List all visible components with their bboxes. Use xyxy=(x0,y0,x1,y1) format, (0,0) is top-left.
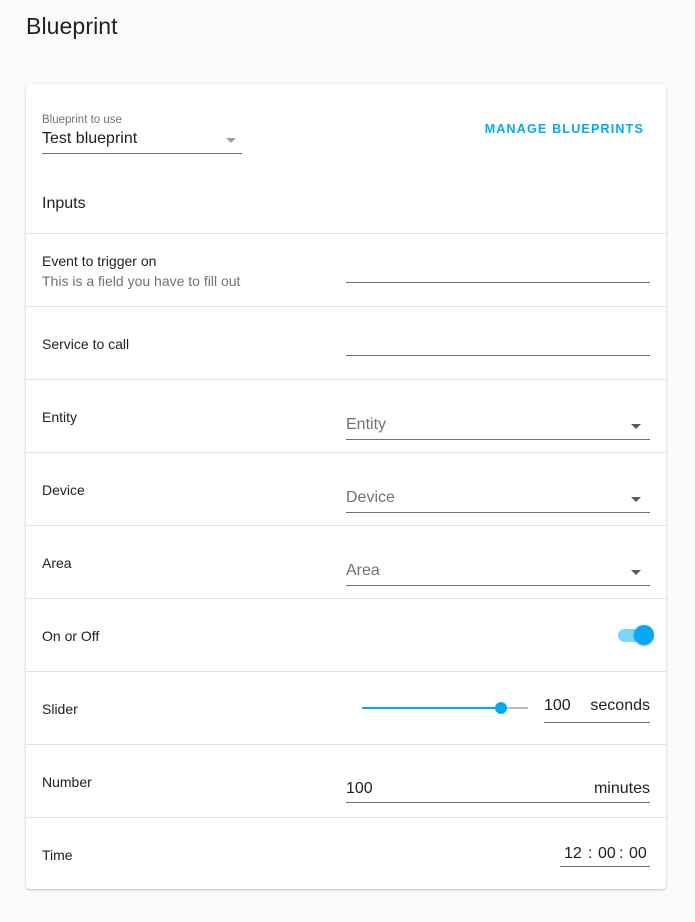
time-minutes[interactable]: 00 xyxy=(598,845,616,863)
input-row-service: Service to call xyxy=(26,306,666,380)
slider-unit: seconds xyxy=(590,697,650,714)
service-text-field[interactable] xyxy=(346,321,650,356)
number-unit: minutes xyxy=(593,780,650,797)
value-slider[interactable] xyxy=(362,696,528,720)
input-description: This is a field you have to fill out xyxy=(42,273,241,289)
input-row-on-off: On or Off xyxy=(26,598,666,672)
blueprint-select-value: Test blueprint xyxy=(42,130,138,147)
input-name: Service to call xyxy=(42,336,130,352)
device-picker[interactable]: Device xyxy=(346,479,650,513)
inputs-heading: Inputs xyxy=(42,195,86,212)
input-name: Device xyxy=(42,482,85,498)
event-text-field[interactable] xyxy=(346,248,650,283)
input-name: Number xyxy=(42,774,92,790)
input-name: Slider xyxy=(42,701,78,717)
input-row-number: Number 100 minutes xyxy=(26,744,666,818)
time-separator: : xyxy=(619,845,624,862)
input-name: Event to trigger on xyxy=(42,253,157,269)
input-name: Area xyxy=(42,555,72,571)
time-separator: : xyxy=(588,845,593,862)
toggle-knob xyxy=(634,625,654,645)
number-value: 100 xyxy=(346,780,373,797)
input-name: Entity xyxy=(42,409,78,425)
slider-fill xyxy=(362,707,501,709)
input-row-event: Event to trigger on This is a field you … xyxy=(26,233,666,307)
dropdown-arrow-icon xyxy=(226,138,236,143)
dropdown-arrow-icon xyxy=(631,424,641,429)
input-row-time: Time 12 : 00 : 00 xyxy=(26,817,666,889)
blueprint-card: Blueprint to use Test blueprint MANAGE B… xyxy=(26,84,666,889)
input-name: Time xyxy=(42,847,73,863)
entity-picker-placeholder: Entity xyxy=(346,416,387,433)
input-row-entity: Entity Entity xyxy=(26,379,666,453)
page-title: Blueprint xyxy=(26,13,118,39)
time-seconds[interactable]: 00 xyxy=(629,845,647,863)
on-off-toggle[interactable] xyxy=(618,624,654,646)
dropdown-arrow-icon xyxy=(631,570,641,575)
time-field[interactable]: 12 : 00 : 00 xyxy=(560,842,650,867)
input-name: On or Off xyxy=(42,628,100,644)
number-field[interactable]: 100 minutes xyxy=(346,770,650,803)
slider-thumb[interactable] xyxy=(495,702,507,714)
time-hours[interactable]: 12 xyxy=(564,845,582,863)
input-row-area: Area Area xyxy=(26,525,666,599)
dropdown-arrow-icon xyxy=(631,497,641,502)
area-picker[interactable]: Area xyxy=(346,552,650,586)
device-picker-placeholder: Device xyxy=(346,489,395,506)
blueprint-select[interactable]: Blueprint to use Test blueprint xyxy=(42,114,242,154)
manage-blueprints-button[interactable]: MANAGE BLUEPRINTS xyxy=(485,122,644,136)
input-row-slider: Slider 100 seconds xyxy=(26,671,666,745)
slider-value-field[interactable]: 100 seconds xyxy=(544,694,650,723)
area-picker-placeholder: Area xyxy=(346,562,380,579)
blueprint-select-label: Blueprint to use xyxy=(42,114,122,126)
slider-value: 100 xyxy=(544,697,571,714)
entity-picker[interactable]: Entity xyxy=(346,406,650,440)
input-row-device: Device Device xyxy=(26,452,666,526)
